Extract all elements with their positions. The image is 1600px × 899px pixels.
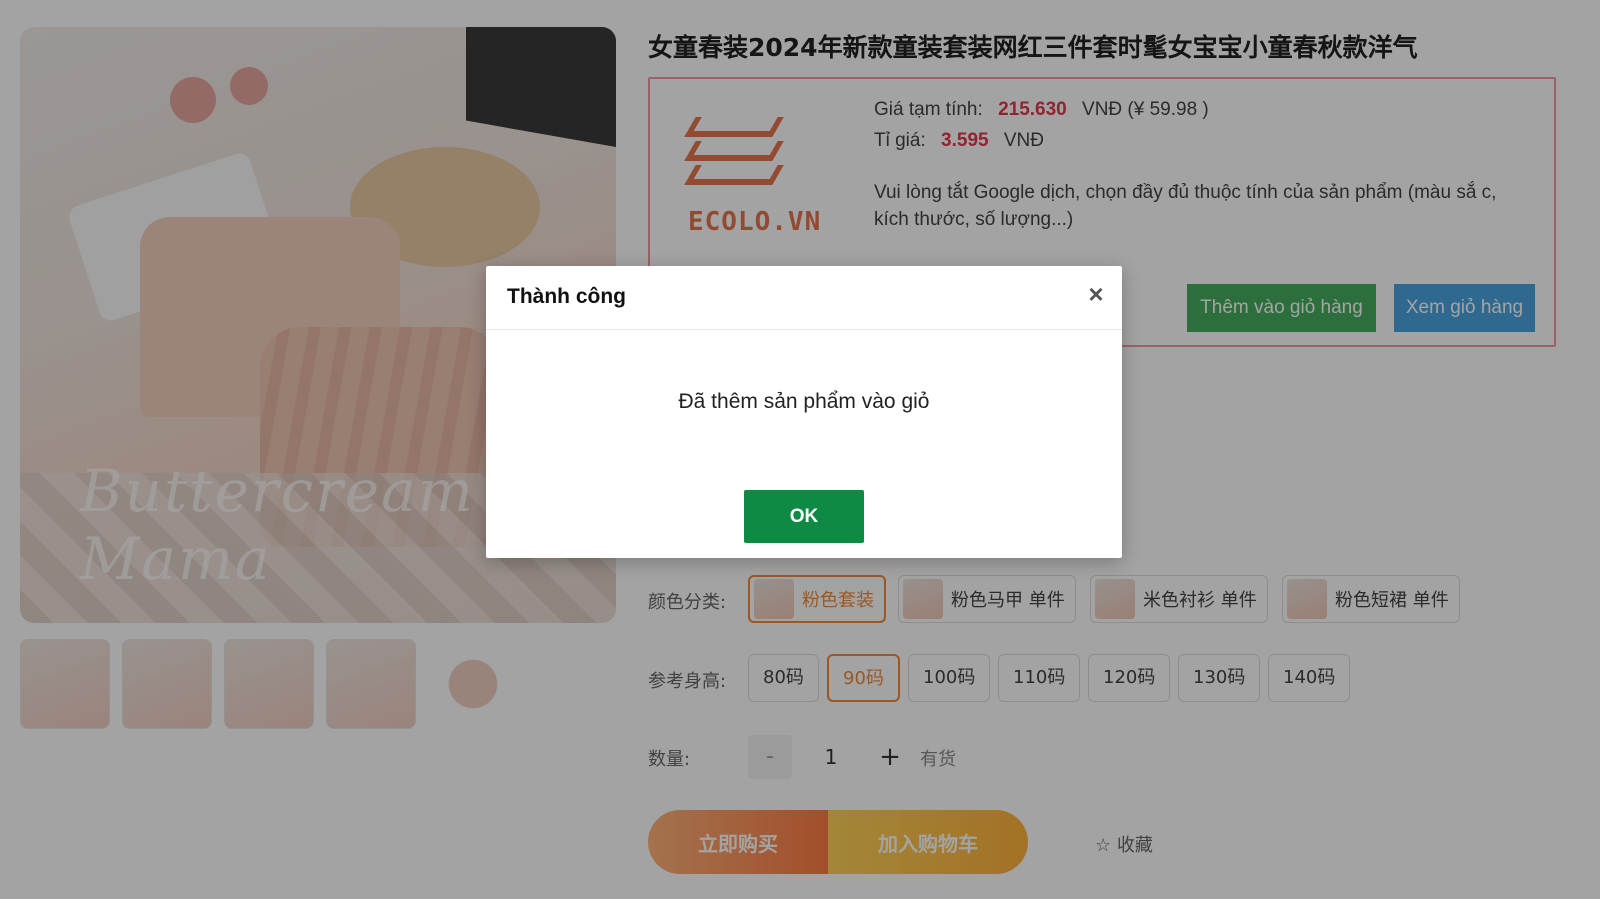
dialog-message: Đã thêm sản phẩm vào giỏ (678, 390, 930, 413)
close-icon[interactable]: × (1082, 280, 1110, 308)
dialog-header: Thành công × (486, 266, 1122, 330)
dialog-title: Thành công (507, 285, 626, 308)
success-dialog: Thành công × Đã thêm sản phẩm vào giỏ OK (486, 266, 1122, 558)
ok-button[interactable]: OK (744, 490, 864, 543)
